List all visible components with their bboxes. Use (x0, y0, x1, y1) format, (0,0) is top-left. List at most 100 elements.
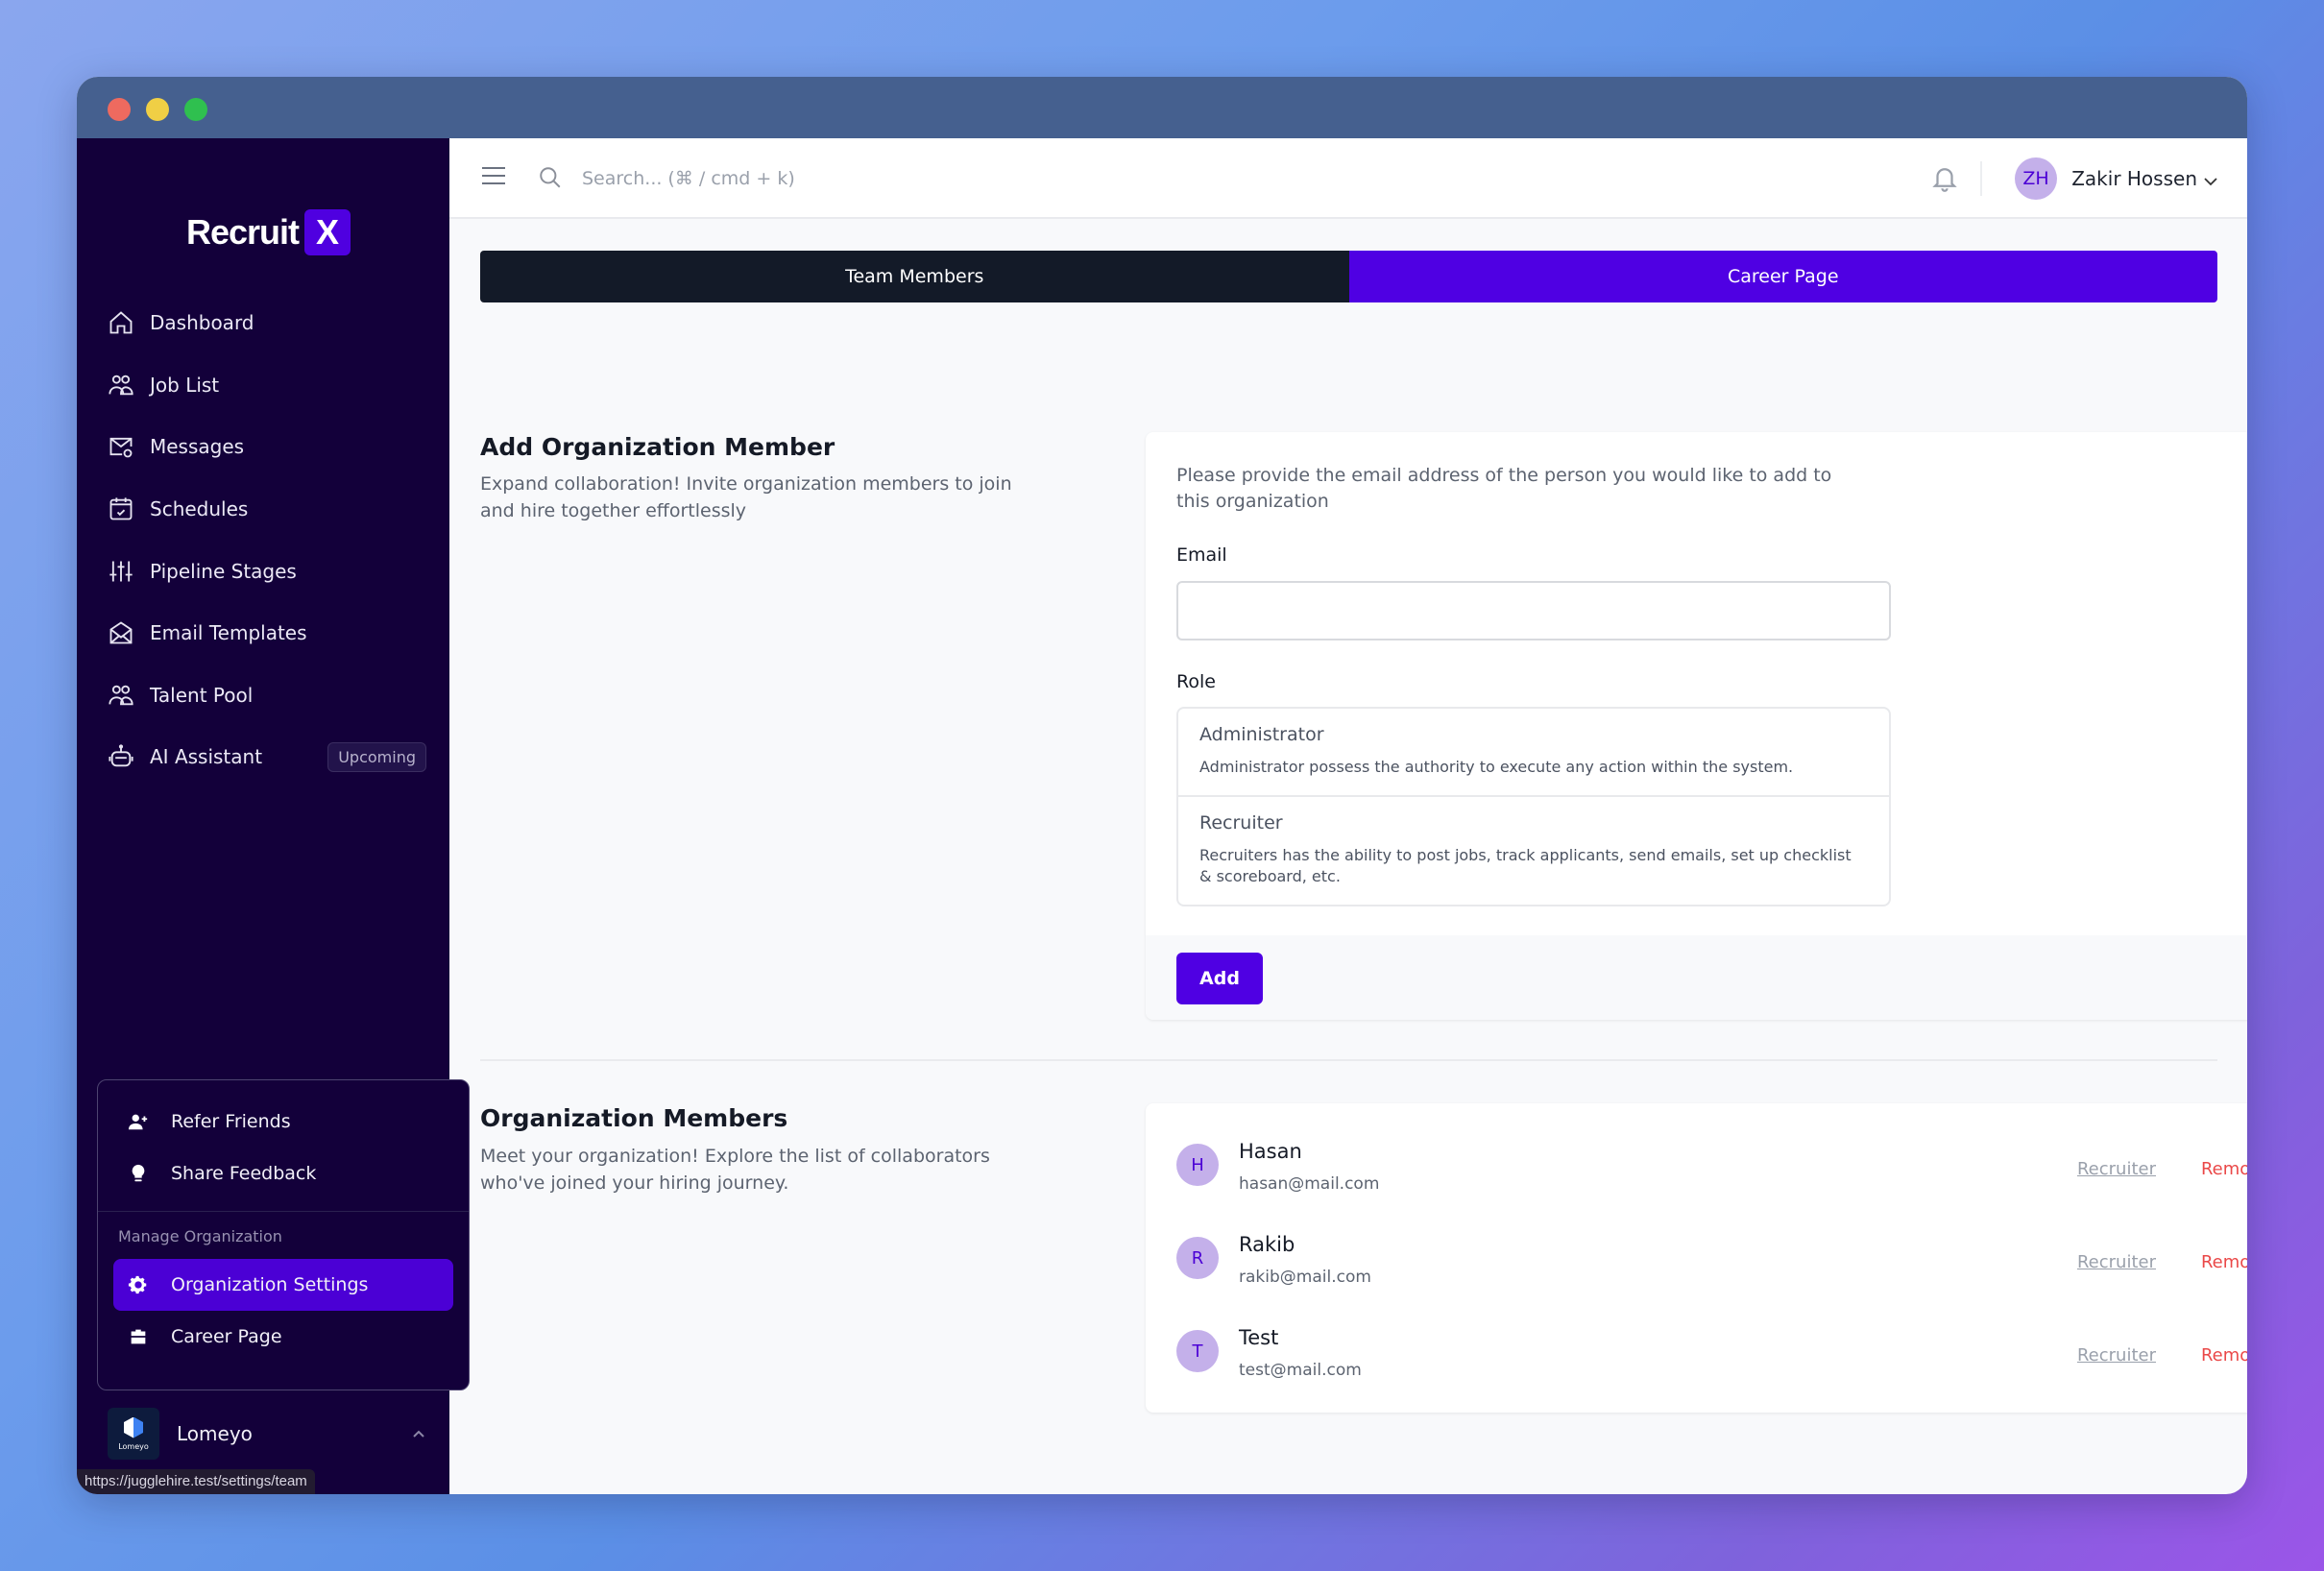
user-name[interactable]: Zakir Hossen (2071, 167, 2197, 190)
tab-career-page[interactable]: Career Page (1348, 251, 2217, 302)
users-icon (108, 372, 134, 399)
add-member-card: Please provide the email address of the … (1146, 432, 2247, 1020)
sidebar-item-dashboard[interactable]: Dashboard (77, 292, 449, 354)
menu-item-career-page[interactable]: Career Page (98, 1311, 469, 1363)
robot-icon (108, 743, 134, 770)
sidebar-item-label: Talent Pool (150, 683, 254, 707)
calendar-check-icon (108, 495, 134, 522)
settings-tabs: Team Members Career Page (480, 251, 2217, 302)
menu-item-label: Organization Settings (171, 1274, 369, 1295)
member-name: Hasan (1239, 1140, 1302, 1163)
sidebar-item-pipeline-stages[interactable]: Pipeline Stages (77, 540, 449, 602)
sidebar-item-schedules[interactable]: Schedules (77, 478, 449, 541)
close-window-button[interactable] (108, 98, 131, 121)
add-member-description: Expand collaboration! Invite organizatio… (480, 473, 1012, 521)
briefcase-icon (127, 1325, 150, 1348)
members-description: Meet your organization! Explore the list… (480, 1146, 990, 1194)
menu-item-label: Career Page (171, 1326, 282, 1347)
sidebar-item-label: Email Templates (150, 621, 307, 645)
menu-item-share-feedback[interactable]: Share Feedback (98, 1148, 469, 1199)
member-role-link[interactable]: Recruiter (2077, 1252, 2156, 1272)
sidebar-item-email-templates[interactable]: Email Templates (77, 602, 449, 665)
lightbulb-icon (127, 1162, 150, 1185)
org-logo-text: Lomeyo (118, 1441, 149, 1451)
sidebar-item-ai-assistant[interactable]: AI Assistant Upcoming (77, 726, 449, 788)
hamburger-menu-icon[interactable] (482, 167, 505, 186)
upcoming-badge: Upcoming (327, 741, 426, 772)
sidebar-item-label: Job List (150, 373, 220, 397)
member-row: H Hasan hasan@mail.com Recruiter Remove (1176, 1126, 2247, 1203)
user-plus-icon (127, 1110, 150, 1133)
member-name: Rakib (1239, 1233, 1295, 1256)
search-input[interactable] (582, 159, 1158, 198)
organization-switcher[interactable]: Lomeyo Lomeyo (108, 1408, 434, 1460)
search-icon (538, 165, 563, 190)
maximize-window-button[interactable] (184, 98, 207, 121)
menu-item-label: Share Feedback (171, 1163, 317, 1184)
remove-member-button[interactable]: Remove (2201, 1252, 2247, 1272)
header-divider (1980, 161, 1982, 196)
role-option-administrator[interactable]: Administrator Administrator possess the … (1178, 709, 1889, 797)
menu-item-label: Refer Friends (171, 1111, 291, 1132)
link-status-bar: https://jugglehire.test/settings/team (77, 1469, 315, 1494)
email-field[interactable] (1176, 581, 1891, 640)
sidebar-nav: Dashboard Job List Messages Schedules Pi… (77, 292, 449, 788)
remove-member-button[interactable]: Remove (2201, 1345, 2247, 1366)
add-member-title: Add Organization Member (480, 433, 835, 461)
role-selector: Administrator Administrator possess the … (1176, 707, 1891, 906)
sidebar-item-label: Schedules (150, 497, 249, 521)
mail-at-icon (108, 433, 134, 460)
sidebar-item-label: Pipeline Stages (150, 559, 297, 583)
manage-organization-label: Manage Organization (118, 1227, 282, 1245)
members-title: Organization Members (480, 1104, 788, 1132)
sidebar-item-job-list[interactable]: Job List (77, 354, 449, 417)
member-avatar: H (1176, 1144, 1219, 1186)
chevron-down-icon[interactable] (2203, 173, 2218, 186)
home-icon (108, 309, 134, 336)
member-avatar: R (1176, 1237, 1219, 1279)
add-member-intro: Please provide the email address of the … (1176, 465, 1832, 512)
member-role-link[interactable]: Recruiter (2077, 1345, 2156, 1366)
user-avatar[interactable]: ZH (2015, 157, 2057, 200)
top-header: ZH Zakir Hossen (449, 138, 2247, 219)
card-footer: Add (1146, 935, 2247, 1020)
chevron-up-icon[interactable] (411, 1426, 426, 1441)
menu-item-organization-settings[interactable]: Organization Settings (113, 1259, 453, 1311)
bell-icon[interactable] (1930, 163, 1959, 194)
minimize-window-button[interactable] (146, 98, 169, 121)
role-option-recruiter[interactable]: Recruiter Recruiters has the ability to … (1178, 797, 1889, 905)
org-name: Lomeyo (177, 1422, 253, 1445)
sidebar-item-messages[interactable]: Messages (77, 416, 449, 478)
logo[interactable]: Recruit X (186, 209, 351, 255)
member-name: Test (1239, 1326, 1279, 1349)
role-description: Recruiters has the ability to post jobs,… (1199, 846, 1852, 885)
sliders-icon (108, 558, 134, 585)
gear-icon (127, 1273, 150, 1296)
envelope-open-icon (108, 619, 134, 646)
remove-member-button[interactable]: Remove (2201, 1159, 2247, 1179)
member-row: T Test test@mail.com Recruiter Remove (1176, 1313, 2247, 1390)
role-title: Administrator (1199, 724, 1324, 745)
role-label: Role (1176, 671, 1216, 692)
main-content: Team Members Career Page Add Organizatio… (449, 219, 2247, 1494)
role-description: Administrator possess the authority to e… (1199, 758, 1794, 776)
sidebar-item-label: Messages (150, 435, 245, 459)
sidebar-item-talent-pool[interactable]: Talent Pool (77, 665, 449, 727)
member-email: test@mail.com (1239, 1361, 1362, 1380)
tab-team-members[interactable]: Team Members (480, 251, 1349, 302)
users-icon (108, 682, 134, 709)
menu-item-refer-friends[interactable]: Refer Friends (98, 1096, 469, 1148)
logo-mark: X (304, 209, 351, 255)
member-row: R Rakib rakib@mail.com Recruiter Remove (1176, 1220, 2247, 1296)
member-avatar: T (1176, 1330, 1219, 1372)
window-titlebar (77, 77, 2247, 138)
menu-divider (98, 1211, 469, 1212)
member-role-link[interactable]: Recruiter (2077, 1159, 2156, 1179)
role-title: Recruiter (1199, 812, 1283, 834)
sidebar-item-label: Dashboard (150, 311, 254, 335)
member-email: rakib@mail.com (1239, 1268, 1371, 1287)
sidebar-item-label: AI Assistant (150, 745, 263, 769)
member-email: hasan@mail.com (1239, 1174, 1380, 1194)
add-button[interactable]: Add (1176, 953, 1263, 1004)
organization-menu-popup: Refer Friends Share Feedback Manage Orga… (97, 1079, 470, 1390)
